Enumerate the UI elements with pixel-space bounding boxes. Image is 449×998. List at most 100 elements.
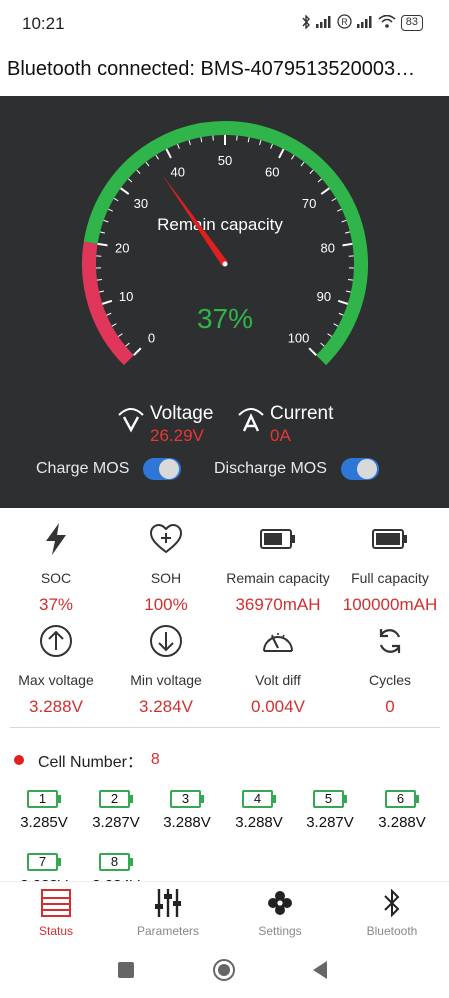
cell-number-label: Cell Number： <box>38 754 143 771</box>
home-icon[interactable] <box>212 958 236 982</box>
charge-mos-toggle[interactable] <box>143 458 182 480</box>
discharge-mos-row: Discharge MOS <box>214 458 379 480</box>
nav-parameters[interactable]: Parameters <box>112 888 224 938</box>
cell-battery-icon: 2 <box>99 790 133 808</box>
status-bar: 10:21 R 83 <box>0 0 449 50</box>
gauge-tick-label: 80 <box>320 241 334 256</box>
gear-icon <box>268 891 292 915</box>
gauge-icon <box>263 633 293 652</box>
stat-cycles: Cycles 0 <box>334 624 446 717</box>
capacity-gauge: 0 10 20 30 40 50 60 70 80 90 100 Remain capacity 3… <box>82 121 368 366</box>
toggle-knob <box>159 459 180 479</box>
current-label: Current <box>270 403 334 424</box>
gauge-tick-label: 10 <box>119 289 133 304</box>
recents-icon[interactable] <box>117 961 135 979</box>
gauge-tick <box>111 323 117 327</box>
stat-label: Volt diff <box>255 672 301 688</box>
gauge-tick <box>247 137 250 143</box>
gauge-tick <box>127 178 133 183</box>
gauge-title: Remain capacity <box>157 215 283 234</box>
cell-item: 4 3.288V <box>229 790 289 831</box>
gauge-tick <box>125 342 130 347</box>
cell-battery-icon: 5 <box>313 790 347 808</box>
nav-label: Settings <box>258 924 302 938</box>
gauge-tick <box>333 323 339 327</box>
cell-number: 6 <box>385 790 416 808</box>
gauge-tick <box>309 169 314 174</box>
stat-remain-capacity: Remain capacity 36970mAH <box>222 522 334 615</box>
cell-battery-icon: 3 <box>170 790 204 808</box>
gauge-value: 37% <box>197 303 253 334</box>
bottom-nav: Status Parameters Settings Bluetooth <box>0 881 449 943</box>
cell-number: 3 <box>170 790 201 808</box>
cell-number: 4 <box>242 790 273 808</box>
gauge-tick-label: 50 <box>218 153 232 168</box>
stat-full-capacity: Full capacity 100000mAH <box>334 522 446 615</box>
gauge-tick <box>291 154 295 160</box>
gauge-tick <box>97 242 108 247</box>
bluetooth-icon <box>384 889 400 917</box>
gauge-tick <box>145 161 150 167</box>
discharge-mos-label: Discharge MOS <box>214 460 327 477</box>
voltage-label: Voltage <box>150 403 214 424</box>
gauge-tick <box>270 143 273 149</box>
back-icon[interactable] <box>311 960 329 980</box>
gauge-tick <box>320 342 325 347</box>
gauge-tick <box>259 139 262 146</box>
stat-value: 100000mAH <box>342 595 438 614</box>
stat-value: 100% <box>144 595 188 614</box>
current-reading: Current 0A <box>236 403 333 447</box>
gauge-tick <box>113 197 119 202</box>
gauge-tick <box>102 299 113 305</box>
gauge-tick <box>108 208 114 212</box>
cell-number: 2 <box>99 790 130 808</box>
arrow-down-circle-icon <box>150 625 182 657</box>
stat-label: Full capacity <box>351 570 429 586</box>
stat-value: 3.288V <box>29 697 83 716</box>
bluetooth-icon <box>301 13 311 32</box>
stat-max-voltage: Max voltage 3.288V <box>0 624 112 717</box>
current-icon <box>238 408 264 432</box>
gauge-tick <box>327 333 332 337</box>
wifi-icon <box>378 14 396 31</box>
stat-min-voltage: Min voltage 3.284V <box>110 624 222 717</box>
stat-value: 37% <box>38 595 74 614</box>
cell-battery-icon: 4 <box>242 790 276 808</box>
gauge-tick <box>341 219 347 223</box>
gauge-tick <box>344 231 351 234</box>
stat-volt-diff: Volt diff 0.004V <box>222 624 334 717</box>
cell-voltage: 3.288V <box>378 814 426 831</box>
nav-bluetooth[interactable]: Bluetooth <box>336 888 448 938</box>
cell-battery-icon: 8 <box>99 853 133 871</box>
charge-mos-label: Charge MOS <box>36 460 130 477</box>
gauge-tick <box>336 208 342 212</box>
svg-text:R: R <box>341 17 348 27</box>
nav-label: Bluetooth <box>366 924 418 938</box>
heart-plus-icon <box>149 524 183 554</box>
nav-settings[interactable]: Settings <box>224 888 336 938</box>
divider <box>10 727 440 728</box>
battery-full-icon <box>372 529 407 549</box>
cell-voltage: 3.285V <box>20 814 68 831</box>
current-value: 0A <box>270 426 291 445</box>
stat-label: SOH <box>150 570 182 586</box>
signal-icon <box>315 15 332 31</box>
cell-item: 3 3.288V <box>157 790 217 831</box>
nav-label: Parameters <box>136 924 200 938</box>
voltage-reading: Voltage 26.29V <box>116 403 213 447</box>
voltage-icon <box>118 408 144 433</box>
gauge-tick-label: 0 <box>148 331 155 346</box>
sliders-icon <box>155 889 181 917</box>
gauge-tick <box>331 197 337 202</box>
gauge-tick <box>342 242 353 247</box>
gauge-tick <box>345 290 352 293</box>
gauge-tick <box>347 279 354 281</box>
discharge-mos-toggle[interactable] <box>340 458 379 480</box>
cell-item: 5 3.287V <box>300 790 360 831</box>
gauge-tick-label: 100 <box>288 331 310 346</box>
gauge-tick <box>103 219 109 223</box>
gauge-tick <box>133 347 142 356</box>
gauge-tick <box>120 187 130 195</box>
gauge-tick <box>300 161 305 167</box>
nav-status[interactable]: Status <box>0 888 112 938</box>
